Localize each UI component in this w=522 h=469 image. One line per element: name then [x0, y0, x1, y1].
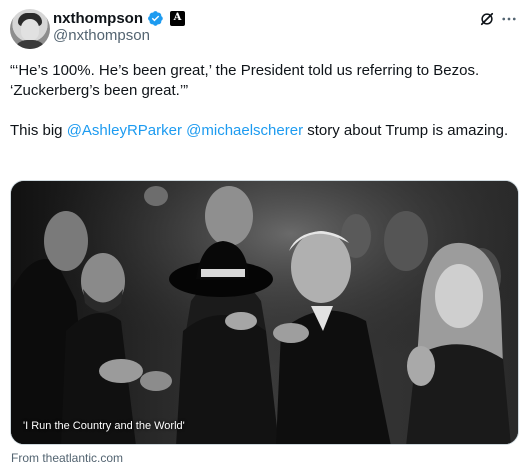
- card-source-link[interactable]: From theatlantic.com: [11, 451, 123, 465]
- author-handle[interactable]: @nxthompson: [53, 27, 150, 44]
- author-display-name[interactable]: nxthompson: [53, 10, 143, 27]
- verified-badge-icon[interactable]: [147, 10, 164, 27]
- tweet-text-segment: story about Trump is amazing.: [303, 122, 509, 139]
- mention-link-michaelscherer[interactable]: @michaelscherer: [186, 122, 303, 139]
- author-name-row: nxthompson A: [53, 8, 185, 28]
- more-options-icon[interactable]: [500, 10, 518, 28]
- card-photo: [11, 181, 518, 444]
- avatar-face: [21, 19, 39, 41]
- mention-link-ashleyrparker[interactable]: @AshleyRParker: [67, 122, 182, 139]
- avatar-body: [13, 40, 47, 49]
- card-caption: 'I Run the Country and the World': [23, 420, 185, 432]
- tweet-text-segment: This big: [10, 122, 67, 139]
- author-avatar[interactable]: [10, 9, 50, 49]
- tweet-text: “‘He’s 100%. He’s been great,’ the Presi…: [10, 61, 515, 141]
- grok-icon[interactable]: [478, 10, 496, 28]
- tweet-paragraph-story: This big @AshleyRParker @michaelscherer …: [10, 121, 515, 141]
- link-card-image[interactable]: 'I Run the Country and the World': [10, 180, 519, 445]
- x-affiliation-badge-icon[interactable]: A: [170, 10, 185, 26]
- tweet-paragraph-quote: “‘He’s 100%. He’s been great,’ the Presi…: [10, 62, 480, 99]
